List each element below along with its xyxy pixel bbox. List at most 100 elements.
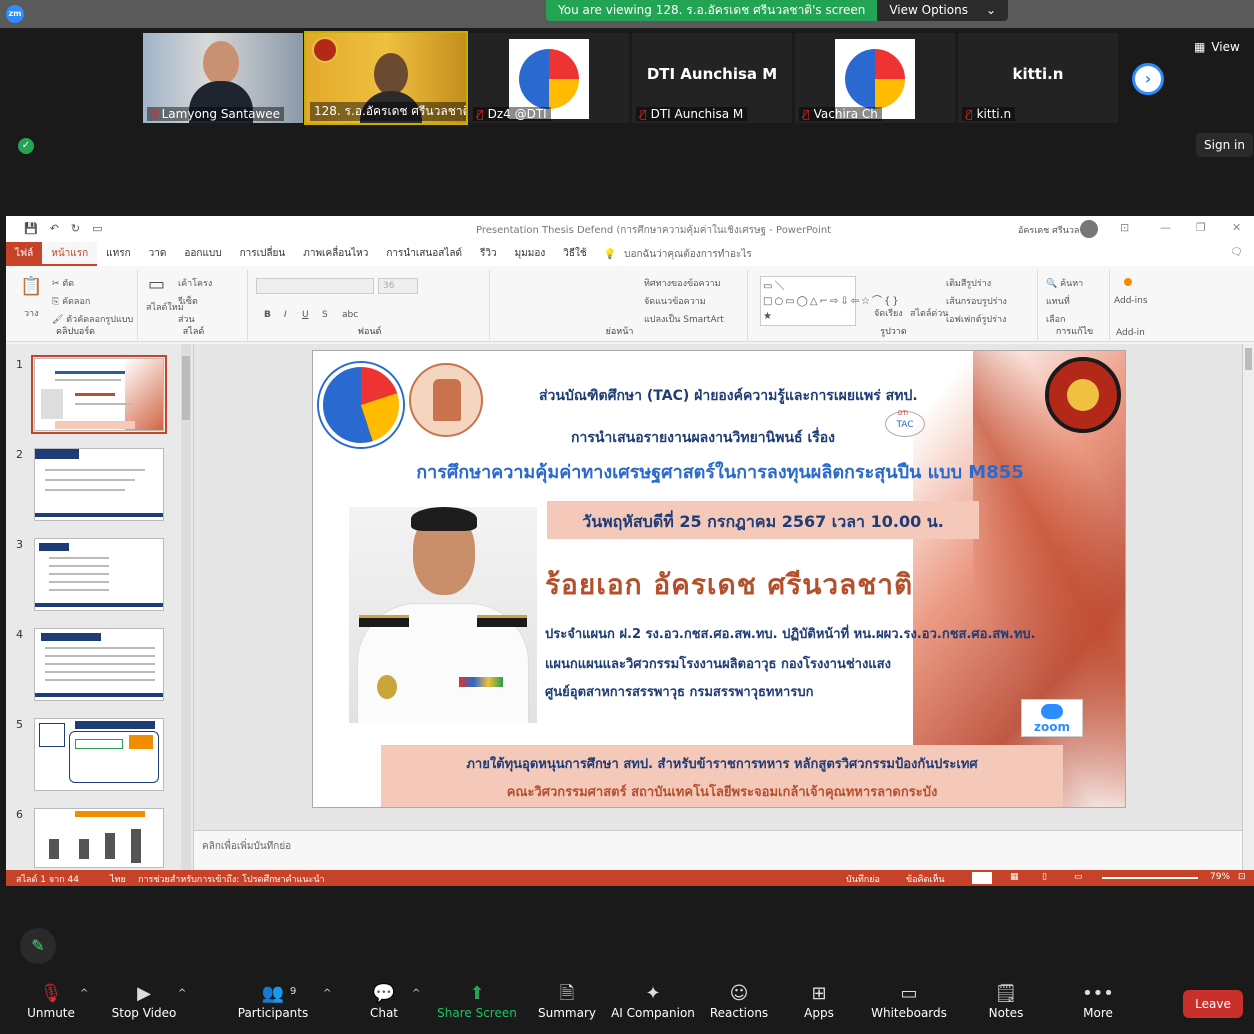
next-page-button[interactable]: › <box>1132 63 1164 95</box>
ai-companion-button[interactable]: ✦ AI Companion <box>608 982 698 1020</box>
tab-slideshow[interactable]: การนำเสนอสไลด์ <box>377 242 471 266</box>
shape-fill-button[interactable]: เติมสีรูปร่าง <box>946 276 991 290</box>
copy-button[interactable]: ⎘ คัดลอก <box>52 294 90 308</box>
slide-thumbnail-5[interactable] <box>34 718 164 791</box>
apps-button[interactable]: ⊞ Apps <box>774 982 864 1020</box>
participants-options-caret[interactable]: ^ <box>323 988 331 999</box>
minimize-icon[interactable]: — <box>1160 221 1171 234</box>
shape-outline-button[interactable]: เส้นกรอบรูปร่าง <box>946 294 1007 308</box>
zoom-slider[interactable] <box>1102 877 1198 879</box>
leave-button[interactable]: Leave <box>1183 990 1243 1018</box>
whiteboards-button[interactable]: ▭ Whiteboards <box>864 982 954 1020</box>
sign-in-button[interactable]: Sign in <box>1196 133 1253 157</box>
avatar[interactable] <box>1080 220 1098 238</box>
tab-review[interactable]: รีวิว <box>471 242 506 266</box>
comments-button[interactable]: ข้อคิดเห็น <box>906 872 945 886</box>
participant-name: 🎙̸ Vachira Ch <box>799 107 882 121</box>
participant-tile[interactable]: 🎙̸ Dz4 @DTI <box>469 33 629 123</box>
addins-button[interactable]: Add-ins <box>1114 296 1148 306</box>
accessibility-status[interactable]: การช่วยสำหรับการเข้าถึง: โปรดศึกษาคำแนะน… <box>138 872 325 886</box>
chat-options-caret[interactable]: ^ <box>412 988 420 999</box>
scissors-icon: ✂ <box>52 279 63 289</box>
fit-slide-icon[interactable]: ⊡ <box>1238 872 1246 882</box>
slide-scrollbar[interactable] <box>1242 344 1254 870</box>
paste-button[interactable]: วาง <box>24 306 39 320</box>
tab-animations[interactable]: ภาพเคลื่อนไหว <box>294 242 377 266</box>
tab-home[interactable]: หน้าแรก <box>42 242 98 266</box>
font-size-field[interactable]: 36 <box>378 278 418 294</box>
view-button[interactable]: ▦ View <box>1194 40 1240 54</box>
slideshow-icon[interactable]: ▭ <box>1074 872 1083 882</box>
participant-tile[interactable]: kitti.n 🎙̸ kitti.n <box>958 33 1118 123</box>
notes-button[interactable]: 🗒 Notes <box>961 982 1051 1020</box>
tab-file[interactable]: ไฟล์ <box>6 242 43 266</box>
slide-thumbnail-3[interactable] <box>34 538 164 611</box>
strikethrough-button[interactable]: abc <box>342 310 358 320</box>
share-screen-button[interactable]: ⬆ Share Screen <box>432 982 522 1020</box>
tell-me-search[interactable]: บอกฉันว่าคุณต้องการทำอะไร <box>624 247 752 262</box>
tab-transitions[interactable]: การเปลี่ยน <box>231 242 295 266</box>
arrange-button[interactable]: จัดเรียง <box>874 306 903 320</box>
reset-button[interactable]: รีเซ็ต <box>178 294 198 308</box>
slide-thumbnail-2[interactable] <box>34 448 164 521</box>
text-direction-button[interactable]: ทิศทางของข้อความ <box>644 276 721 290</box>
close-icon[interactable]: ✕ <box>1232 221 1241 234</box>
tab-draw[interactable]: วาด <box>140 242 176 266</box>
slide-sorter-icon[interactable]: ▦ <box>1010 872 1019 882</box>
quick-styles-button[interactable]: สไตล์ด่วน <box>910 306 948 320</box>
summary-button[interactable]: 🗎 Summary <box>522 982 612 1020</box>
participant-name: 🎙̸ Dz4 @DTI <box>473 107 551 121</box>
current-slide[interactable]: ส่วนบัณฑิตศึกษา (TAC) ฝ่ายองค์ความรู้และ… <box>312 350 1126 808</box>
paste-icon[interactable]: 📋 <box>20 276 42 297</box>
language-indicator[interactable]: ไทย <box>110 872 126 886</box>
tab-insert[interactable]: แทรก <box>97 242 139 266</box>
cut-button[interactable]: ✂ ตัด <box>52 276 74 290</box>
shadow-button[interactable]: S <box>322 310 328 320</box>
slide-thumbnail-4[interactable] <box>34 628 164 701</box>
start-slideshow-icon[interactable]: ▭ <box>92 222 102 235</box>
slide-thumbnail-1[interactable] <box>31 355 167 434</box>
stop-video-button[interactable]: ▶ Stop Video <box>99 982 189 1020</box>
slide-thumbnail-6[interactable] <box>34 808 164 868</box>
thumbnails-scrollbar[interactable] <box>181 344 191 870</box>
undo-icon[interactable]: ↶ <box>50 222 59 235</box>
layout-button[interactable]: เค้าโครง <box>178 276 212 290</box>
participant-tile-active[interactable]: 128. ร.อ.อัครเดช ศรีนวลชาติ <box>304 31 468 125</box>
tab-design[interactable]: ออกแบบ <box>175 242 230 266</box>
restore-icon[interactable]: ❐ <box>1196 221 1206 234</box>
normal-view-icon[interactable] <box>972 872 992 884</box>
redo-icon[interactable]: ↻ <box>71 222 80 235</box>
italic-button[interactable]: I <box>284 310 287 320</box>
zoom-level[interactable]: 79% <box>1210 872 1230 882</box>
view-options-button[interactable]: View Options ⌄ <box>877 0 1009 21</box>
security-shield-icon[interactable]: ✓ <box>18 138 34 154</box>
font-name-field[interactable] <box>256 278 374 294</box>
participant-tile[interactable]: 🎙̸ Lamyong Santawee <box>143 33 303 123</box>
reading-view-icon[interactable]: ▯ <box>1042 872 1047 882</box>
slide-line-graduate-studies: ส่วนบัณฑิตศึกษา (TAC) ฝ่ายองค์ความรู้และ… <box>539 388 918 404</box>
find-button[interactable]: 🔍 ค้นหา <box>1046 276 1083 290</box>
new-slide-icon[interactable]: ▭ <box>148 274 165 295</box>
underline-button[interactable]: U <box>302 310 309 320</box>
more-button[interactable]: ••• More <box>1053 982 1143 1020</box>
video-options-caret[interactable]: ^ <box>178 988 186 999</box>
ribbon-display-icon[interactable]: ⊡ <box>1120 221 1129 234</box>
annotate-pencil-icon[interactable]: ✎ <box>20 928 56 964</box>
tab-help[interactable]: วิธีใช้ <box>554 242 595 266</box>
notes-button[interactable]: บันทึกย่อ <box>846 872 880 886</box>
participants-icon: 👥 <box>261 983 285 1004</box>
participants-button[interactable]: 👥 Participants <box>228 982 318 1020</box>
participant-tile[interactable]: DTI Aunchisa M 🎙̸ DTI Aunchisa M <box>632 33 792 123</box>
bold-button[interactable]: B <box>264 310 271 320</box>
tab-view[interactable]: มุมมอง <box>506 242 555 266</box>
reactions-button[interactable]: ☺ Reactions <box>694 982 784 1020</box>
align-text-button[interactable]: จัดแนวข้อความ <box>644 294 706 308</box>
audio-options-caret[interactable]: ^ <box>80 988 88 999</box>
save-icon[interactable]: 💾 <box>24 222 38 235</box>
participant-tile[interactable]: 🎙̸ Vachira Ch <box>795 33 955 123</box>
scrollbar-thumb[interactable] <box>1245 348 1252 370</box>
notes-pane[interactable]: คลิกเพื่อเพิ่มบันทึกย่อ <box>194 830 1242 870</box>
comments-icon[interactable]: 🗨 <box>1230 247 1243 258</box>
scrollbar-thumb[interactable] <box>182 356 190 420</box>
replace-button[interactable]: แทนที่ <box>1046 294 1070 308</box>
